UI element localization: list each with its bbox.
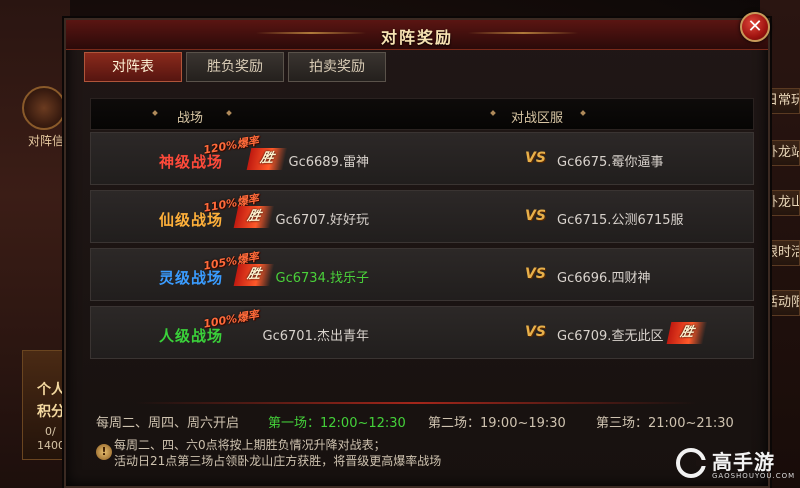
server-b: Gc6675.霉你逼事: [557, 155, 664, 170]
watermark-text: 高手游: [712, 450, 775, 474]
background-left-label: 对阵信: [28, 134, 65, 148]
section-divider: [136, 402, 696, 404]
match-row[interactable]: 人级战场 100%爆率 Gc6701.杰出青年 VS Gc6709.查无此区胜: [90, 306, 754, 359]
close-button[interactable]: ✕: [740, 12, 770, 42]
schedule-days: 每周二、周四、周六开启: [96, 416, 240, 431]
score-current: 0/: [45, 425, 56, 438]
vs-icon: VS: [525, 266, 546, 282]
header-ornament-icon: [580, 110, 586, 116]
personal-score-panel[interactable]: 个人 积分 0/ 1400: [22, 350, 70, 460]
dialog-title: 对阵奖励: [380, 28, 453, 47]
server-b: Gc6709.查无此区: [557, 329, 664, 344]
match-row[interactable]: 神级战场 120%爆率 Gc6689.雷神 VS Gc6675.霉你逼事胜: [90, 132, 754, 185]
tab-auction-reward[interactable]: 拍卖奖励: [288, 52, 386, 82]
match-row[interactable]: 灵级战场 105%爆率 Gc6734.找乐子 VS Gc6696.四财神胜: [90, 248, 754, 301]
score-max: 1400: [37, 439, 65, 452]
watermark-sub: GAOSHOUYOU.COM: [712, 472, 796, 480]
header-ornament-icon: [490, 110, 496, 116]
notice-line-2: 活动日21点第三场占领卧龙山庄方获胜，将晋级更高爆率战场: [114, 454, 442, 468]
header-battlefield: 战场: [177, 111, 204, 126]
server-a: Gc6689.雷神: [288, 155, 369, 170]
game-screen: 对阵信 个人 积分 0/ 1400 日常玩 卧龙站 卧龙山 限时活 活动限 对阵…: [0, 0, 800, 488]
vs-icon: VS: [525, 208, 546, 224]
schedule-round-3: 第三场：21:00~21:30: [596, 416, 734, 431]
header-servers: 对战区服: [511, 111, 564, 126]
notice-icon: !: [96, 444, 112, 460]
match-row[interactable]: 仙级战场 110%爆率 Gc6707.好好玩 VS Gc6715.公测6715服胜: [90, 190, 754, 243]
schedule-round-1: 第一场：12:00~12:30: [268, 416, 406, 431]
vs-icon: VS: [525, 150, 546, 166]
header-ornament-icon: [226, 110, 232, 116]
drop-rate-badge: 100%爆率: [202, 308, 260, 331]
server-a: Gc6707.好好玩: [275, 213, 369, 228]
notice-line-1: 每周二、四、六0点将按上期胜负情况升降对战表；: [114, 438, 386, 452]
server-b: Gc6715.公测6715服: [557, 213, 684, 228]
server-a: Gc6701.杰出青年: [262, 329, 369, 344]
win-badge-icon: 胜: [233, 206, 274, 228]
tab-match-table[interactable]: 对阵表: [84, 52, 182, 82]
header-ornament-icon: [152, 110, 158, 116]
win-badge-icon: 胜: [246, 148, 287, 170]
match-reward-dialog: 对阵奖励 对阵表 胜负奖励 拍卖奖励 战场 对战区服 神级战场 120%爆率 Gc6…: [64, 18, 770, 488]
score-label: 积分: [37, 404, 65, 420]
personal-label: 个人: [37, 382, 65, 398]
win-badge-icon: 胜: [233, 264, 274, 286]
watermark-g-icon: [676, 448, 708, 478]
vs-icon: VS: [525, 324, 546, 340]
win-badge-icon: 胜: [667, 322, 708, 344]
schedule-round-2: 第二场：19:00~19:30: [428, 416, 566, 431]
table-header: 战场 对战区服: [90, 98, 754, 130]
watermark-logo: 高手游 GAOSHOUYOU.COM: [670, 440, 800, 488]
tab-win-loss-reward[interactable]: 胜负奖励: [186, 52, 284, 82]
server-a: Gc6734.找乐子: [275, 271, 369, 286]
dialog-title-bar: 对阵奖励: [66, 20, 768, 50]
match-avatar-icon[interactable]: [22, 86, 66, 130]
server-b: Gc6696.四财神: [557, 271, 651, 286]
